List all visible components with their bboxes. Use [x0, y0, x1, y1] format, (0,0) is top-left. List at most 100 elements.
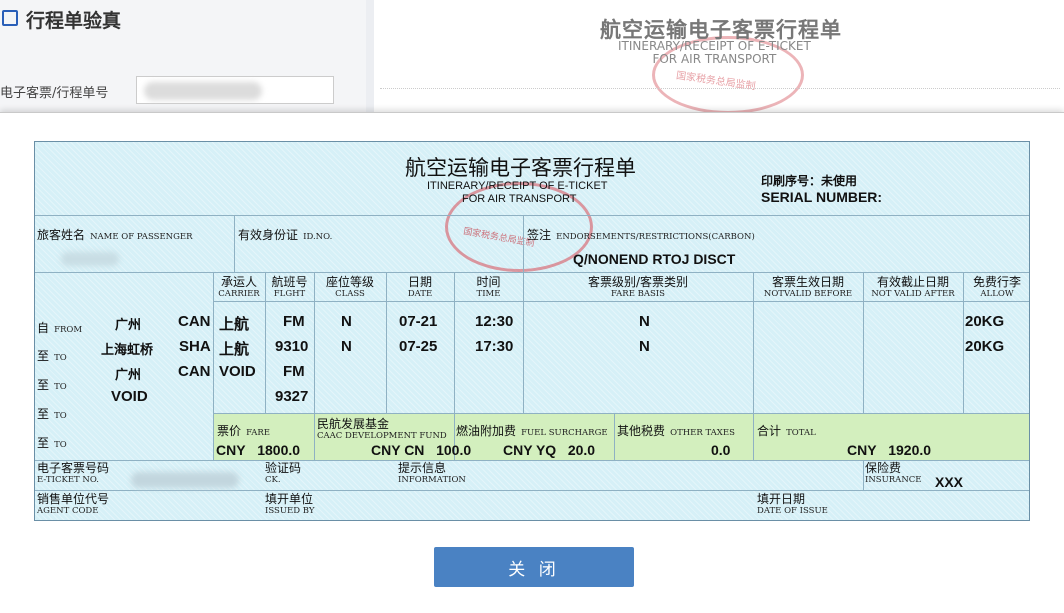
fare-label-en: FARE: [246, 428, 271, 438]
col-flight-cn: 航班号: [271, 275, 308, 289]
ck-label-en: CK.: [265, 475, 281, 485]
route-date: 07-21: [399, 313, 438, 330]
col-nva-en: NOT VALID AFTER: [871, 289, 955, 299]
col-date-en: DATE: [407, 289, 433, 299]
col-time-cn: 时间: [476, 275, 501, 289]
row-label-to: 至 TO: [37, 345, 67, 364]
eticket-label: 电子客票号码 E-TICKET NO.: [37, 462, 109, 486]
serial-label: 印刷序号：未使用: [761, 172, 857, 189]
route-fare-basis: N: [639, 313, 650, 330]
route-city: 广州: [115, 318, 142, 333]
endorsement-value: Q/NONEND RTOJ DISCT: [573, 251, 736, 267]
row-label-en: TO: [54, 382, 67, 392]
grid-line: [213, 301, 1029, 302]
background-doc-subtitle-line2: FOR AIR TRANSPORT: [652, 52, 777, 66]
fare-value: CNY 1800.0: [216, 442, 300, 458]
issued-label-cn: 填开单位: [265, 492, 314, 506]
panel-divider: [366, 0, 374, 120]
fuel-amount: 20.0: [567, 442, 596, 458]
serial-number-label: SERIAL NUMBER:: [761, 189, 883, 205]
page-title: 行程单验真: [26, 10, 122, 32]
col-allow: 免费行李 ALLOW: [963, 276, 1029, 300]
col-date-cn: 日期: [407, 275, 432, 289]
route-allow: 20KG: [965, 338, 1005, 355]
row-label-to: 至 TO: [37, 432, 67, 451]
row-label-en: TO: [54, 411, 67, 421]
fare-label-cn: 票价: [217, 424, 242, 438]
col-nvb-en: NOTVALID BEFORE: [763, 289, 853, 299]
total-label: 合计 TOTAL: [757, 420, 816, 439]
passenger-label-cn: 旅客姓名: [37, 228, 86, 242]
caac-label-en: CAAC DEVELOPMENT FUND: [317, 431, 447, 441]
redacted-eticket-number: [131, 472, 239, 488]
insurance-label: 保险费 INSURANCE: [865, 462, 921, 486]
route-time: 12:30: [475, 313, 514, 330]
col-class-en: CLASS: [335, 289, 365, 299]
route-flight: FM: [283, 313, 305, 330]
agent-label-cn: 销售单位代号: [37, 492, 110, 506]
grid-line: [614, 414, 615, 460]
agent-label: 销售单位代号 AGENT CODE: [37, 493, 109, 517]
col-fare-basis: 客票级别/客票类别 FARE BASIS: [523, 276, 753, 300]
row-label-en: FROM: [54, 325, 83, 335]
col-carrier-en: CARRIER: [218, 289, 260, 299]
grid-line: [523, 215, 524, 272]
row-label-cn: 至: [37, 407, 50, 421]
route-carrier: 上航: [219, 341, 250, 358]
col-fare-basis-en: FARE BASIS: [611, 289, 665, 299]
fare-label: 票价 FARE: [217, 420, 270, 439]
col-not-valid-before: 客票生效日期 NOTVALID BEFORE: [753, 276, 863, 300]
close-button[interactable]: 关 闭: [434, 547, 634, 587]
grid-line: [234, 215, 235, 272]
route-class: N: [341, 313, 352, 330]
col-nva-cn: 有效截止日期: [876, 275, 949, 289]
ck-label: 验证码 CK.: [265, 462, 301, 486]
eticket-label-cn: 电子客票号码: [37, 461, 110, 475]
caac-amount: 100.0: [436, 442, 472, 458]
itinerary-modal: 国家税务总局监制 航空运输电子客票行程单 ITINERARY/RECEIPT O…: [0, 112, 1064, 613]
grid-line: [753, 414, 754, 460]
route-fare-basis: N: [639, 338, 650, 355]
serial-value: 未使用: [821, 174, 858, 188]
taxes-label: 其他税费 OTHER TAXES: [617, 420, 735, 439]
col-class: 座位等级 CLASS: [314, 276, 386, 300]
fare-amount: 1800.0: [257, 442, 301, 458]
col-carrier-cn: 承运人: [220, 275, 257, 289]
fuel-code: CNY YQ: [503, 442, 557, 458]
date-issue-label: 填开日期 DATE OF ISSUE: [757, 493, 828, 517]
route-city: VOID: [111, 388, 148, 405]
info-label-en: INFORMATION: [398, 475, 466, 485]
row-label-from: 自 FROM: [37, 317, 82, 336]
fuel-label-cn: 燃油附加费: [456, 424, 517, 438]
endorse-label-cn: 签注: [527, 228, 552, 242]
id-label-cn: 有效身份证: [238, 228, 299, 242]
taxes-value: 0.0: [711, 442, 731, 458]
date-issue-label-en: DATE OF ISSUE: [757, 506, 828, 516]
insurance-label-en: INSURANCE: [865, 475, 922, 485]
caac-label: 民航发展基金 CAAC DEVELOPMENT FUND: [317, 418, 447, 442]
ticket-subtitle-line1: ITINERARY/RECEIPT OF E-TICKET: [427, 180, 608, 192]
route-flight: 9310: [275, 338, 309, 355]
background-dotted-line: [380, 88, 1060, 90]
col-class-cn: 座位等级: [325, 275, 374, 289]
route-city: 上海虹桥: [101, 343, 154, 358]
caac-value: CNY CN 100.0: [371, 442, 471, 458]
route-carrier: 上航: [219, 316, 250, 333]
row-label-cn: 至: [37, 436, 50, 450]
endorse-label: 签注 ENDORSEMENTS/RESTRICTIONS(CARBON): [527, 224, 755, 243]
taxes-label-cn: 其他税费: [617, 424, 666, 438]
row-label-cn: 自: [37, 321, 50, 335]
serial-label-cn: 印刷序号：: [761, 174, 822, 188]
col-fare-basis-cn: 客票级别/客票类别: [587, 275, 689, 289]
col-carrier: 承运人 CARRIER: [213, 276, 265, 300]
date-issue-label-cn: 填开日期: [757, 492, 806, 506]
row-label-en: TO: [54, 440, 67, 450]
col-not-valid-after: 有效截止日期 NOT VALID AFTER: [863, 276, 963, 300]
total-label-cn: 合计: [757, 424, 782, 438]
col-flight: 航班号 FLGHT: [265, 276, 314, 300]
route-class: N: [341, 338, 352, 355]
eticket-label-en: E-TICKET NO.: [37, 475, 99, 485]
fuel-label: 燃油附加费 FUEL SURCHARGE: [456, 420, 608, 439]
passenger-label: 旅客姓名 NAME OF PASSENGER: [37, 224, 192, 243]
route-flight: 9327: [275, 388, 309, 405]
